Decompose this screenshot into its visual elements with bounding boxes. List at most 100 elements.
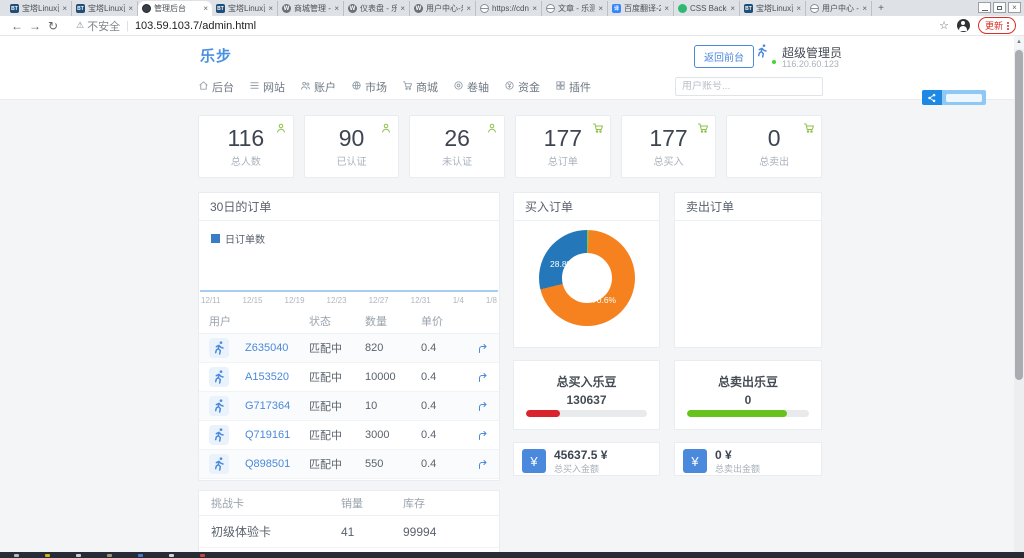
forward-arrow-icon[interactable] xyxy=(467,342,499,354)
back-icon[interactable]: ← xyxy=(8,19,26,33)
browser-profile-icon[interactable] xyxy=(956,19,970,32)
main-nav: 后台 网站 账户 市场 商城 卷轴 资金 插件 xyxy=(0,74,1024,100)
tab-close-icon[interactable]: × xyxy=(466,4,471,13)
x-tick: 12/19 xyxy=(284,296,305,305)
forward-arrow-icon[interactable] xyxy=(467,458,499,470)
browser-update-button[interactable]: 更新 xyxy=(977,17,1016,34)
order-user[interactable]: A153520 xyxy=(245,371,309,383)
share-nodes-icon[interactable] xyxy=(922,90,942,105)
nav-item-users[interactable]: 账户 xyxy=(300,79,336,95)
stat-label: 总订单 xyxy=(547,157,578,168)
browser-tab[interactable]: 用户中心 - 1 × xyxy=(806,1,872,16)
forward-arrow-icon[interactable] xyxy=(467,371,499,383)
reload-icon[interactable]: ↻ xyxy=(44,19,62,33)
order-row[interactable]: G717364 匹配中 10 0.4 xyxy=(199,392,499,421)
forward-arrow-icon[interactable] xyxy=(467,400,499,412)
order-user[interactable]: Z635040 xyxy=(245,342,309,354)
nav-item-list[interactable]: 网站 xyxy=(249,79,285,95)
scroll-up-arrow[interactable]: ▲ xyxy=(1014,36,1024,49)
nav-item-scroll[interactable]: 卷轴 xyxy=(453,79,489,95)
cart-icon xyxy=(402,80,413,94)
browser-tab[interactable]: 文章 - 乐测 × xyxy=(542,1,608,16)
browser-tab[interactable]: CSS Backgr × xyxy=(674,1,740,16)
tab-close-icon[interactable]: × xyxy=(268,4,273,13)
tab-close-icon[interactable]: × xyxy=(532,4,537,13)
css-favicon-icon xyxy=(678,4,687,13)
bookmark-star-icon[interactable]: ☆ xyxy=(939,19,949,32)
yen-icon xyxy=(504,80,515,94)
browser-tab[interactable]: BT 宝塔Linux面 × xyxy=(72,1,138,16)
netdisk-share-widget[interactable] xyxy=(922,90,986,105)
browser-tab[interactable]: 管理后台 × xyxy=(138,1,212,16)
restore-button[interactable] xyxy=(993,2,1006,13)
runner-icon xyxy=(757,44,767,58)
orders-table-header: 用户 状态 数量 单价 xyxy=(199,309,499,334)
order-user[interactable]: Q719161 xyxy=(245,429,309,441)
forward-icon[interactable]: → xyxy=(26,19,44,33)
wordpress-favicon-icon: W xyxy=(282,4,291,13)
url-zone[interactable]: ⚠ 不安全 | 103.59.103.7/admin.html xyxy=(76,18,256,34)
tab-close-icon[interactable]: × xyxy=(334,4,339,13)
netdisk-widget-label[interactable] xyxy=(942,90,986,105)
order-row[interactable]: Q898501 匹配中 550 0.4 xyxy=(199,450,499,479)
order-row[interactable]: A153520 匹配中 10000 0.4 xyxy=(199,363,499,392)
browser-tab[interactable]: https://cdn. × xyxy=(476,1,542,16)
chart-legend[interactable]: 日订单数 xyxy=(211,231,265,246)
minimize-button[interactable] xyxy=(978,2,991,13)
order-row[interactable]: Q719161 匹配中 3000 0.4 xyxy=(199,421,499,450)
x-tick: 12/11 xyxy=(201,296,221,305)
sell-amount-value: 0 ¥ xyxy=(715,448,732,462)
nav-item-grid[interactable]: 插件 xyxy=(555,79,591,95)
tab-title: 宝塔Linux面 xyxy=(756,4,793,13)
card-row[interactable]: 初级体验卡 41 99994 xyxy=(199,516,499,548)
nav-item-home[interactable]: 后台 xyxy=(198,79,234,95)
window-close-button[interactable]: × xyxy=(1008,2,1021,13)
donut-label-blue: 28.8% xyxy=(550,259,575,269)
x-axis-ticks: 12/11 12/15 12/19 12/23 12/27 12/31 1/4 1/8 xyxy=(201,296,497,305)
nav-item-yen[interactable]: 资金 xyxy=(504,79,540,95)
new-tab-button[interactable]: + xyxy=(872,1,890,16)
buy-beans-value: 130637 xyxy=(566,393,607,407)
nav-item-cart[interactable]: 商城 xyxy=(402,79,438,95)
tab-close-icon[interactable]: × xyxy=(796,4,801,13)
site-logo[interactable]: 乐步 xyxy=(200,45,232,66)
search-input[interactable] xyxy=(676,81,820,92)
legend-swatch xyxy=(211,234,220,243)
buy-orders-title: 买入订单 xyxy=(514,193,659,221)
forward-arrow-icon[interactable] xyxy=(467,429,499,441)
tab-close-icon[interactable]: × xyxy=(400,4,405,13)
tab-close-icon[interactable]: × xyxy=(128,4,133,13)
page-scrollbar[interactable]: ▲ xyxy=(1014,36,1024,552)
search-box[interactable] xyxy=(675,77,823,96)
donut-label-orange: 70.6% xyxy=(592,295,617,305)
tab-close-icon[interactable]: × xyxy=(730,4,735,13)
order-status: 匹配中 xyxy=(309,343,342,355)
screen: BT 宝塔Linux面 × BT 宝塔Linux面 × 管理后台 × BT 宝塔… xyxy=(0,0,1024,558)
scrollbar-thumb[interactable] xyxy=(1015,50,1023,380)
browser-tab[interactable]: BT 宝塔Linux面 × xyxy=(212,1,278,16)
user-avatar[interactable] xyxy=(754,43,777,65)
browser-tab[interactable]: 译 百度翻译-20 × xyxy=(608,1,674,16)
nav-item-globe[interactable]: 市场 xyxy=(351,79,387,95)
tab-close-icon[interactable]: × xyxy=(598,4,603,13)
order-status: 匹配中 xyxy=(309,401,342,413)
browser-tab[interactable]: W 用户中心-乐 × xyxy=(410,1,476,16)
buy-orders-donut-chart[interactable] xyxy=(539,230,635,326)
browser-tab[interactable]: BT 宝塔Linux面 × xyxy=(740,1,806,16)
tab-close-icon[interactable]: × xyxy=(664,4,669,13)
tab-title: 宝塔Linux面 xyxy=(88,4,125,13)
browser-tab[interactable]: W 商城管理 - 3 × xyxy=(278,1,344,16)
order-row[interactable]: Z635040 匹配中 820 0.4 xyxy=(199,334,499,363)
browser-tab[interactable]: W 仪表盘 - 乐 × xyxy=(344,1,410,16)
runner-avatar-icon xyxy=(209,338,229,358)
tab-close-icon[interactable]: × xyxy=(203,4,208,13)
browser-menu-icon[interactable] xyxy=(1007,21,1009,30)
tab-close-icon[interactable]: × xyxy=(62,4,67,13)
browser-tab[interactable]: BT 宝塔Linux面 × xyxy=(6,1,72,16)
url-divider: | xyxy=(126,19,129,32)
x-tick: 12/27 xyxy=(368,296,389,305)
tab-close-icon[interactable]: × xyxy=(862,4,867,13)
order-user[interactable]: Q898501 xyxy=(245,458,309,470)
order-user[interactable]: G717364 xyxy=(245,400,309,412)
back-to-front-button[interactable]: 返回前台 xyxy=(694,45,754,68)
